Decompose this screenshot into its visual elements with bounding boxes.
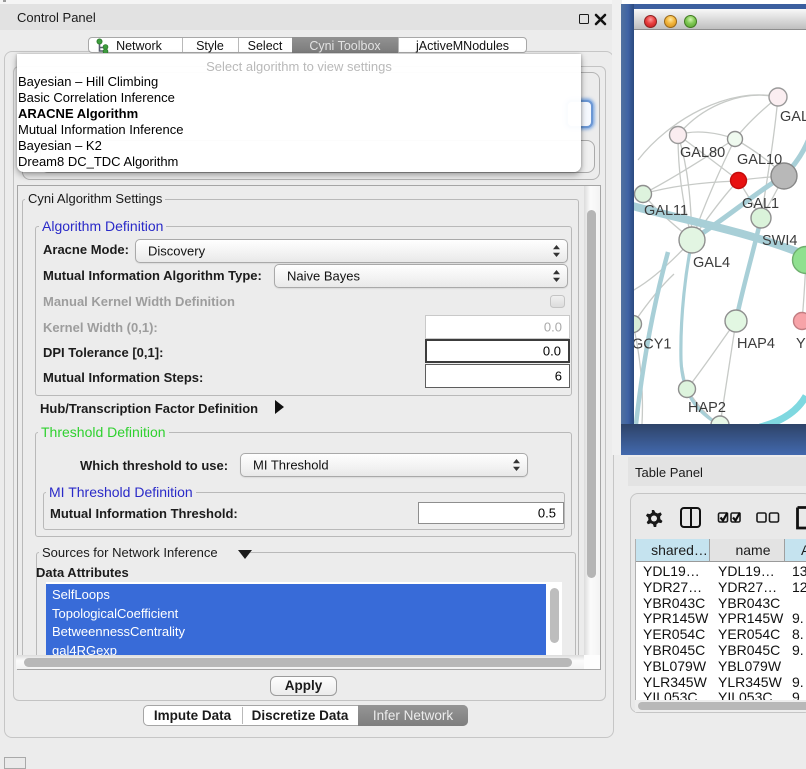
svg-text:HAP4: HAP4: [737, 336, 775, 352]
svg-text:Y: Y: [796, 336, 806, 352]
svg-text:SWI4: SWI4: [762, 233, 797, 249]
svg-text:GAL80: GAL80: [680, 145, 725, 161]
svg-text:GAL4: GAL4: [693, 255, 730, 271]
svg-text:GAL: GAL: [780, 109, 806, 125]
svg-text:GAL1: GAL1: [742, 196, 779, 212]
svg-text:GCY1: GCY1: [634, 337, 672, 353]
svg-text:GAL11: GAL11: [644, 203, 688, 219]
svg-text:GAL10: GAL10: [737, 152, 782, 168]
svg-text:HAP2: HAP2: [688, 400, 726, 416]
